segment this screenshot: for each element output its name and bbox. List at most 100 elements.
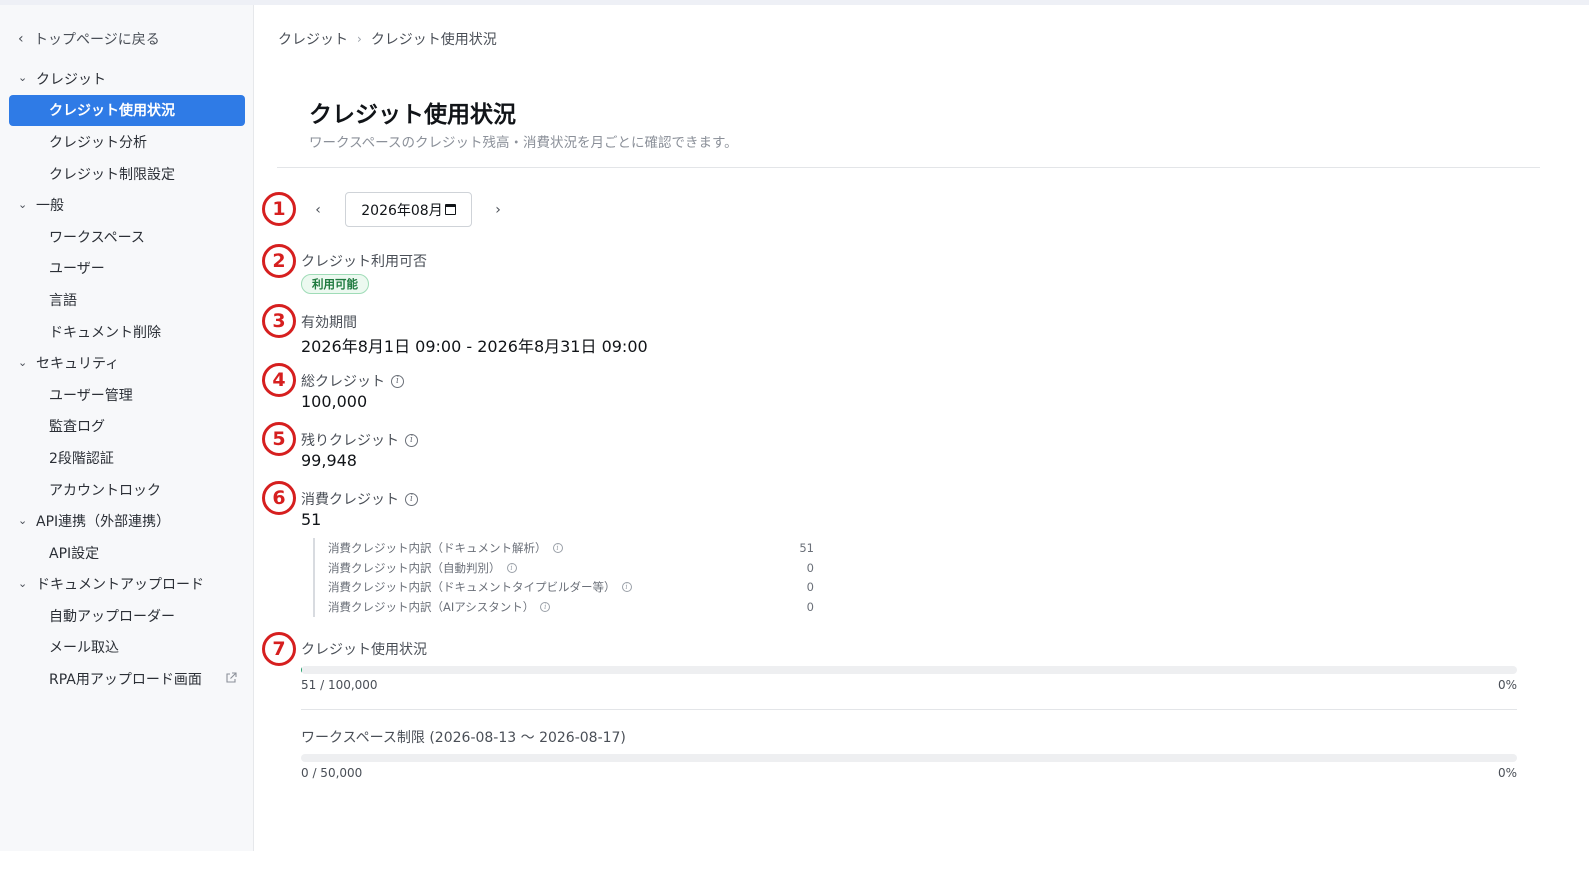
consumed-credits-value: 51 (301, 510, 322, 529)
info-icon[interactable]: i (506, 562, 517, 573)
breakdown-value: 0 (806, 599, 814, 614)
consumed-credits-breakdown: 消費クレジット内訳（ドキュメント解析） i 51 消費クレジット内訳（自動判別）… (313, 538, 814, 617)
chevron-down-icon: ⌄ (18, 71, 28, 85)
period-label: 有効期間 (301, 312, 357, 332)
info-icon[interactable]: i (405, 433, 418, 447)
header-divider (277, 167, 1540, 168)
info-icon[interactable]: i (540, 601, 551, 612)
sidebar-group[interactable]: ⌄ 一般 (0, 189, 254, 221)
chevron-down-icon: ⌄ (18, 576, 28, 590)
annotation-marker-3: 3 (262, 304, 296, 338)
info-icon[interactable]: i (391, 374, 404, 388)
chevron-down-icon: ⌄ (18, 355, 28, 369)
sidebar: ‹ トップページに戻る ⌄ クレジットクレジット使用状況 クレジット分析クレジット制… (0, 5, 254, 851)
annotation-marker-4: 4 (262, 363, 296, 397)
chevron-down-icon: ⌄ (18, 197, 28, 211)
page-title: クレジット使用状況 (309, 102, 516, 128)
breadcrumb-item-credit[interactable]: クレジット (278, 29, 348, 49)
breakdown-label: 消費クレジット内訳（AIアシスタント） (328, 599, 535, 614)
sidebar-group[interactable]: ⌄ クレジット (0, 63, 254, 95)
sidebar-item[interactable]: クレジット分析 (9, 126, 245, 158)
breadcrumb-separator-icon: › (357, 32, 362, 46)
usage-progress-fill (301, 666, 303, 674)
sidebar-group-label: 一般 (36, 198, 64, 215)
sidebar-group-label: クレジット (36, 71, 106, 88)
sidebar-item[interactable]: 監査ログ (9, 411, 245, 443)
breakdown-label: 消費クレジット内訳（自動判別） (328, 560, 501, 575)
chevron-down-icon: ⌄ (18, 513, 28, 527)
workspace-limit-percent-text: 0% (1497, 766, 1517, 780)
period-value: 2026年8月1日 09:00 - 2026年8月31日 09:00 (301, 337, 648, 356)
sidebar-item[interactable]: メール取込 (9, 632, 245, 664)
external-link-icon (226, 672, 237, 683)
sidebar-item[interactable]: クレジット使用状況 (9, 94, 245, 127)
total-credits-label: 総クレジット i (301, 371, 404, 391)
sidebar-item[interactable]: ユーザー (9, 253, 245, 285)
breadcrumb: クレジット › クレジット使用状況 (278, 29, 497, 49)
sidebar-item[interactable]: RPA用アップロード画面 (9, 663, 245, 695)
sidebar-item-label: 監査ログ (49, 419, 105, 436)
usage-progress-bar (301, 666, 1517, 674)
sidebar-item[interactable]: ドキュメント削除 (9, 316, 245, 348)
annotation-marker-7: 7 (262, 632, 296, 666)
usage-percent-text: 0% (1497, 678, 1517, 692)
usage-label-text: クレジット使用状況 (301, 642, 427, 658)
info-icon[interactable]: i (552, 542, 563, 553)
sidebar-group[interactable]: ⌄ API連携（外部連携） (0, 505, 254, 537)
consumed-credits-label-text: 消費クレジット (301, 492, 399, 508)
next-month-button[interactable]: › (489, 200, 507, 220)
breadcrumb-item-current: クレジット使用状況 (370, 32, 497, 48)
sidebar-item-label: 言語 (49, 292, 77, 309)
remaining-credits-label-text: 残りクレジット (301, 433, 399, 449)
sidebar-item-label: クレジット使用状況 (49, 103, 175, 120)
sidebar-item-label: ユーザー (49, 261, 105, 278)
back-link-label: トップページに戻る (34, 32, 160, 48)
sidebar-item-label: クレジット分析 (49, 134, 147, 151)
chevron-left-icon: ‹ (315, 201, 321, 218)
sidebar-item[interactable]: API設定 (9, 537, 245, 569)
usage-count-text: 51 / 100,000 (301, 678, 378, 692)
sidebar-item-label: 2段階認証 (49, 450, 114, 467)
section-divider (301, 709, 1517, 710)
back-to-top-link[interactable]: ‹ トップページに戻る (18, 29, 160, 49)
sidebar-item[interactable]: ワークスペース (9, 221, 245, 253)
availability-label: クレジット利用可否 (301, 251, 427, 271)
prev-month-button[interactable]: ‹ (309, 200, 327, 220)
sidebar-group-label: API連携（外部連携） (36, 514, 171, 531)
sidebar-group-label: ドキュメントアップロード (36, 577, 204, 594)
sidebar-group[interactable]: ⌄ ドキュメントアップロード (0, 569, 254, 601)
status-badge: 利用可能 (301, 274, 369, 294)
sidebar-group-label: セキュリティ (36, 356, 120, 373)
month-input[interactable]: 2026年08月 (345, 192, 472, 227)
chevron-left-icon: ‹ (18, 31, 24, 47)
sidebar-item[interactable]: アカウントロック (9, 474, 245, 506)
annotation-marker-1: 1 (262, 192, 296, 226)
workspace-limit-label: ワークスペース制限 (2026-08-13 〜 2026-08-17) (301, 730, 626, 746)
calendar-icon[interactable] (444, 204, 456, 215)
sidebar-item-label: アカウントロック (49, 482, 161, 499)
annotation-marker-6: 6 (262, 481, 296, 515)
list-item: 消費クレジット内訳（AIアシスタント） i 0 (328, 597, 814, 617)
sidebar-item[interactable]: ユーザー管理 (9, 379, 245, 411)
sidebar-item-label: ユーザー管理 (49, 387, 133, 404)
sidebar-item[interactable]: 言語 (9, 284, 245, 316)
sidebar-item[interactable]: 2段階認証 (9, 442, 245, 474)
usage-label: クレジット使用状況 (301, 639, 427, 659)
remaining-credits-value: 99,948 (301, 451, 357, 470)
sidebar-item[interactable]: 自動アップローダー (9, 600, 245, 632)
sidebar-group[interactable]: ⌄ セキュリティ (0, 347, 254, 379)
breakdown-value: 0 (806, 580, 814, 595)
breakdown-value: 0 (806, 560, 814, 575)
sidebar-item-label: ワークスペース (49, 229, 145, 246)
list-item: 消費クレジット内訳（ドキュメント解析） i 51 (328, 538, 814, 558)
list-item: 消費クレジット内訳（ドキュメントタイプビルダー等） i 0 (328, 577, 814, 597)
sidebar-item-label: API設定 (49, 545, 100, 562)
list-item: 消費クレジット内訳（自動判別） i 0 (328, 558, 814, 578)
info-icon[interactable]: i (621, 582, 632, 593)
month-input-value: 2026年08月 (361, 202, 443, 219)
availability-label-text: クレジット利用可否 (301, 254, 427, 270)
sidebar-item[interactable]: クレジット制限設定 (9, 158, 245, 190)
workspace-limit-progress-bar (301, 754, 1517, 762)
annotation-marker-5: 5 (262, 422, 296, 456)
info-icon[interactable]: i (405, 492, 418, 506)
